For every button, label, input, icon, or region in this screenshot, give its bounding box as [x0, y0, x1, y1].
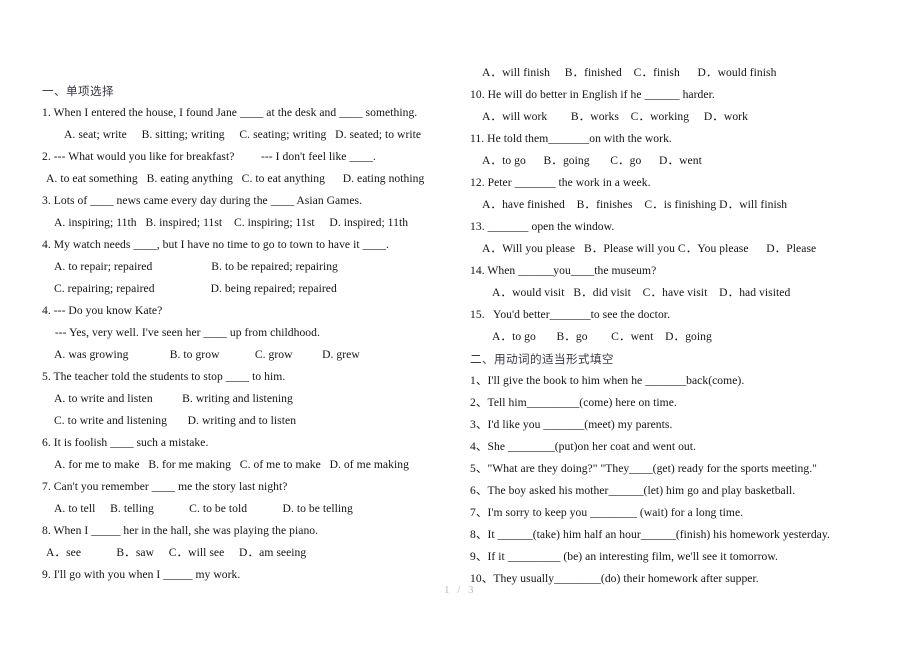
document-page: 一、单项选择 1. When I entered the house, I fo…: [0, 0, 920, 651]
question-line-11: 15. You'd better_______to see the doctor…: [470, 308, 671, 321]
question-line-7: A. to repair; repaired B. to be repaired…: [54, 260, 338, 273]
question-line-13: A. to write and listen B. writing and li…: [54, 392, 293, 405]
question-line-7: 13. _______ open the window.: [470, 220, 615, 233]
fill-blank-line-1: 2、Tell him_________(come) here on time.: [470, 396, 677, 409]
question-line-9: 4. --- Do you know Kate?: [42, 304, 163, 317]
fill-blank-line-8: 9、If it _________ (be) an interesting fi…: [470, 550, 778, 563]
question-line-12: A．to go B．go C．went D．going: [492, 330, 712, 343]
question-line-0: A．will finish B．finished C．finish D．woul…: [482, 66, 777, 79]
question-line-6: 4. My watch needs ____, but I have no ti…: [42, 238, 389, 251]
question-line-17: 7. Can't you remember ____ me the story …: [42, 480, 288, 493]
question-line-12: 5. The teacher told the students to stop…: [42, 370, 286, 383]
right-column-lines-section-two: 1、I'll give the book to him when he ____…: [470, 370, 900, 590]
question-line-8: A．Will you please B．Please will you C．Yo…: [482, 242, 817, 255]
question-line-9: 14. When ______you____the museum?: [470, 264, 657, 277]
question-line-5: 12. Peter _______ the work in a week.: [470, 176, 651, 189]
question-line-4: 3. Lots of ____ news came every day duri…: [42, 194, 363, 207]
question-line-3: 11. He told them_______on with the work.: [470, 132, 672, 145]
question-line-1: A. seat; write B. sitting; writing C. se…: [64, 128, 422, 141]
right-column: A．will finish B．finished C．finish D．woul…: [470, 0, 900, 651]
question-line-18: A. to tell B. telling C. to be told D. t…: [54, 502, 353, 515]
question-line-15: 6. It is foolish ____ such a mistake.: [42, 436, 209, 449]
fill-blank-line-0: 1、I'll give the book to him when he ____…: [470, 374, 745, 387]
left-column-lines: 1. When I entered the house, I found Jan…: [42, 102, 462, 586]
fill-blank-line-3: 4、She ________(put)on her coat and went …: [470, 440, 696, 453]
question-line-4: A．to go B．going C．go D．went: [482, 154, 702, 167]
question-line-5: A. inspiring; 11th B. inspired; 11st C. …: [54, 216, 409, 229]
fill-blank-line-7: 8、It ______(take) him half an hour______…: [470, 528, 830, 541]
question-line-10: --- Yes, very well. I've seen her ____ u…: [46, 326, 320, 339]
question-line-8: C. repairing; repaired D. being repaired…: [54, 282, 337, 295]
question-line-2: 2. --- What would you like for breakfast…: [42, 150, 376, 163]
page-number-footer: 1 / 3: [443, 584, 477, 596]
question-line-2: A．will work B．works C．working D．work: [482, 110, 748, 123]
question-line-11: A. was growing B. to grow C. grow D. gre…: [54, 348, 360, 361]
question-line-3: A. to eat something B. eating anything C…: [46, 172, 425, 185]
fill-blank-line-6: 7、I'm sorry to keep you ________ (wait) …: [470, 506, 744, 519]
question-line-20: A．see B．saw C．will see D．am seeing: [46, 546, 307, 559]
question-line-10: A．would visit B．did visit C．have visit D…: [492, 286, 791, 299]
question-line-19: 8. When I _____ her in the hall, she was…: [42, 524, 319, 537]
question-line-16: A. for me to make B. for me making C. of…: [54, 458, 409, 471]
section-one-heading: 一、单项选择: [42, 84, 114, 98]
right-column-lines-section-one: A．will finish B．finished C．finish D．woul…: [470, 62, 900, 348]
fill-blank-line-2: 3、I'd like you _______(meet) my parents.: [470, 418, 673, 431]
question-line-0: 1. When I entered the house, I found Jan…: [42, 106, 418, 119]
fill-blank-line-4: 5、"What are they doing?" "They____(get) …: [470, 462, 817, 475]
left-column: 一、单项选择 1. When I entered the house, I fo…: [42, 0, 462, 651]
section-two-heading: 二、用动词的适当形式填空: [470, 352, 614, 366]
question-line-1: 10. He will do better in English if he _…: [470, 88, 715, 101]
question-line-14: C. to write and listening D. writing and…: [54, 414, 297, 427]
question-line-6: A．have finished B．finishes C．is finishin…: [482, 198, 788, 211]
left-column-content: 一、单项选择 1. When I entered the house, I fo…: [42, 0, 462, 586]
right-column-content: A．will finish B．finished C．finish D．woul…: [470, 0, 900, 590]
fill-blank-line-5: 6、The boy asked his mother______(let) hi…: [470, 484, 796, 497]
